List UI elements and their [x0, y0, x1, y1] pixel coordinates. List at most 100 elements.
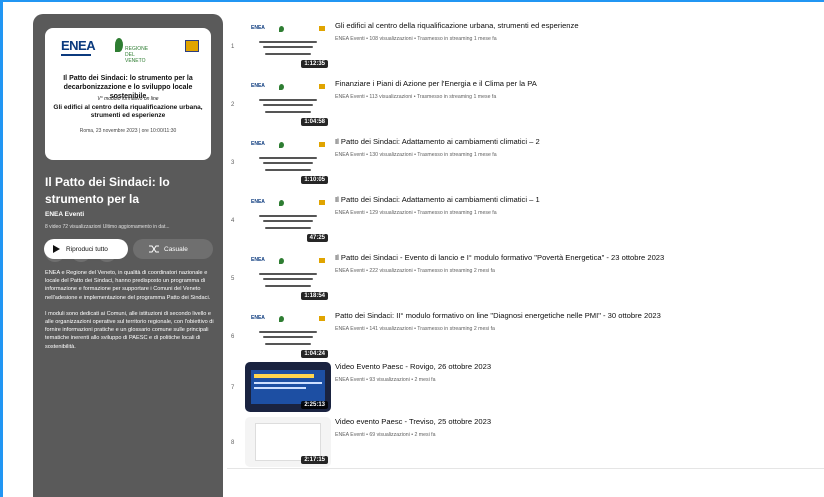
thumbnail-logos: ENEA — [251, 257, 327, 265]
playlist-meta: 8 video 72 visualizzazioni Ultimo aggior… — [45, 224, 170, 230]
video-index: 1 — [231, 44, 235, 50]
play-icon — [53, 245, 60, 253]
video-index: 5 — [231, 276, 235, 282]
cover-date: Roma, 23 novembre 2023 | ore 10:00/11:30 — [79, 128, 177, 134]
video-list-item[interactable]: 8 2:17:15 Video evento Paesc - Treviso, … — [227, 413, 824, 471]
video-duration: 2:25:13 — [301, 401, 328, 409]
thumbnail-text-line — [263, 46, 313, 48]
regione-veneto-logo: REGIONE DEL VENETO — [115, 38, 155, 64]
shuffle-label: Casuale — [164, 245, 188, 253]
video-duration: 1:12:35 — [301, 60, 328, 68]
video-list-item[interactable]: 7 2:25:13 Video Evento Paesc - Rovigo, 2… — [227, 358, 824, 416]
thumbnail-text-line — [265, 53, 311, 55]
video-list-item[interactable]: 3 ENEA 1:10:05 Il Patto dei Sindaci: Ada… — [227, 133, 824, 191]
video-thumbnail[interactable]: ENEA 1:04:24 — [245, 311, 331, 361]
video-title[interactable]: Il Patto dei Sindaci - Evento di lancio … — [335, 253, 820, 262]
thumbnail-text-line — [263, 104, 313, 106]
enea-logo: ENEA — [251, 25, 265, 31]
video-list-item[interactable]: 2 ENEA 1:04:58 Finanziare i Piani di Azi… — [227, 75, 824, 133]
video-list-item[interactable]: 4 ENEA 47:25 Il Patto dei Sindaci: Adatt… — [227, 191, 824, 249]
playlist-channel[interactable]: ENEA Eventi — [45, 211, 84, 218]
video-title[interactable]: Gli edifici al centro della riqualificaz… — [335, 21, 820, 30]
description-paragraph: I moduli sono dedicati ai Comuni, alle i… — [45, 310, 214, 350]
thumbnail-logos: ENEA — [251, 315, 327, 323]
video-title[interactable]: Video Evento Paesc - Rovigo, 26 ottobre … — [335, 362, 820, 371]
video-thumbnail[interactable]: ENEA 1:04:58 — [245, 79, 331, 129]
video-meta: ENEA Eventi • 222 visualizzazioni • Tras… — [335, 268, 495, 274]
video-meta: ENEA Eventi • 141 visualizzazioni • Tras… — [335, 326, 495, 332]
cover-module: V° modulo formativo on line — [97, 96, 159, 102]
video-index: 2 — [231, 102, 235, 108]
thumbnail-text-line — [263, 336, 313, 338]
list-divider — [227, 468, 824, 469]
video-index: 4 — [231, 218, 235, 224]
video-duration: 1:04:24 — [301, 350, 328, 358]
thumbnail-logos: ENEA — [251, 83, 327, 91]
video-list-item[interactable]: 1 ENEA 1:12:35 Gli edifici al centro del… — [227, 17, 824, 75]
thumbnail-text-line — [265, 227, 311, 229]
playlist-title: Il Patto dei Sindaci: lo strumento per l… — [45, 175, 170, 206]
video-meta: ENEA Eventi • 69 visualizzazioni • 2 mes… — [335, 432, 436, 438]
enea-logo: ENEA — [251, 199, 265, 205]
thumbnail-text-line — [265, 111, 311, 113]
thumbnail-text-line — [265, 285, 311, 287]
thumbnail-logos: ENEA — [251, 141, 327, 149]
frame-top-border — [0, 0, 824, 2]
video-thumbnail[interactable]: 2:25:13 — [245, 362, 331, 412]
video-duration: 1:18:54 — [301, 292, 328, 300]
video-title[interactable]: Patto dei Sindaci: II° modulo formativo … — [335, 311, 820, 320]
video-list-item[interactable]: 6 ENEA 1:04:24 Patto dei Sindaci: II° mo… — [227, 307, 824, 365]
video-duration: 2:17:15 — [301, 456, 328, 464]
video-meta: ENEA Eventi • 129 visualizzazioni • Tras… — [335, 210, 497, 216]
frame-left-border — [0, 0, 3, 497]
video-meta: ENEA Eventi • 130 visualizzazioni • Tras… — [335, 152, 497, 158]
thumbnail-text-line — [263, 278, 313, 280]
description-paragraph: ENEA e Regione del Veneto, in qualità di… — [45, 270, 211, 301]
video-duration: 1:10:05 — [301, 176, 328, 184]
thumbnail-text-line — [265, 169, 311, 171]
video-title[interactable]: Video evento Paesc - Treviso, 25 ottobre… — [335, 417, 820, 426]
playlist-cover-thumbnail[interactable]: ENEA REGIONE DEL VENETO Il Patto dei Sin… — [45, 28, 211, 160]
thumbnail-text-line — [259, 99, 317, 101]
play-all-button[interactable]: Riproduci tutto — [44, 239, 128, 259]
video-thumbnail[interactable]: ENEA 47:25 — [245, 195, 331, 245]
video-index: 7 — [231, 385, 235, 391]
video-thumbnail[interactable]: ENEA 1:10:05 — [245, 137, 331, 187]
thumbnail-text-line — [259, 273, 317, 275]
playlist-description: ENEA e Regione del Veneto, in qualità di… — [45, 269, 217, 351]
enea-logo: ENEA — [61, 38, 96, 56]
thumbnail-text-line — [259, 331, 317, 333]
video-index: 8 — [231, 440, 235, 446]
shuffle-button[interactable]: Casuale — [133, 239, 213, 259]
video-index: 3 — [231, 160, 235, 166]
thumbnail-logos: ENEA — [251, 25, 327, 33]
cover-subject: Gli edifici al centro della riqualificaz… — [53, 104, 203, 119]
play-all-label: Riproduci tutto — [66, 245, 108, 253]
video-list-item[interactable]: 5 ENEA 1:18:54 Il Patto dei Sindaci - Ev… — [227, 249, 824, 307]
thumbnail-text-line — [259, 215, 317, 217]
video-duration: 47:25 — [306, 234, 328, 242]
video-duration: 1:04:58 — [301, 118, 328, 126]
video-thumbnail[interactable]: 2:17:15 — [245, 417, 331, 467]
enea-logo: ENEA — [251, 257, 265, 263]
cover-logos: ENEA REGIONE DEL VENETO — [45, 38, 211, 64]
video-title[interactable]: Il Patto dei Sindaci: Adattamento ai cam… — [335, 195, 820, 204]
video-meta: ENEA Eventi • 93 visualizzazioni • 2 mes… — [335, 377, 436, 383]
video-thumbnail[interactable]: ENEA 1:18:54 — [245, 253, 331, 303]
thumbnail-text-line — [265, 343, 311, 345]
thumbnail-text-line — [263, 162, 313, 164]
thumbnail-text-line — [263, 220, 313, 222]
eu-flag-icon — [185, 40, 199, 52]
video-meta: ENEA Eventi • 108 visualizzazioni • Tras… — [335, 36, 497, 42]
enea-logo: ENEA — [251, 315, 265, 321]
video-title[interactable]: Finanziare i Piani di Azione per l'Energ… — [335, 79, 820, 88]
video-thumbnail[interactable]: ENEA 1:12:35 — [245, 21, 331, 71]
video-title[interactable]: Il Patto dei Sindaci: Adattamento ai cam… — [335, 137, 820, 146]
shuffle-icon — [149, 245, 159, 253]
thumbnail-slide — [251, 370, 325, 404]
thumbnail-text-line — [259, 157, 317, 159]
enea-logo: ENEA — [251, 83, 265, 89]
thumbnail-text-line — [259, 41, 317, 43]
thumbnail-logos: ENEA — [251, 199, 327, 207]
enea-logo: ENEA — [251, 141, 265, 147]
